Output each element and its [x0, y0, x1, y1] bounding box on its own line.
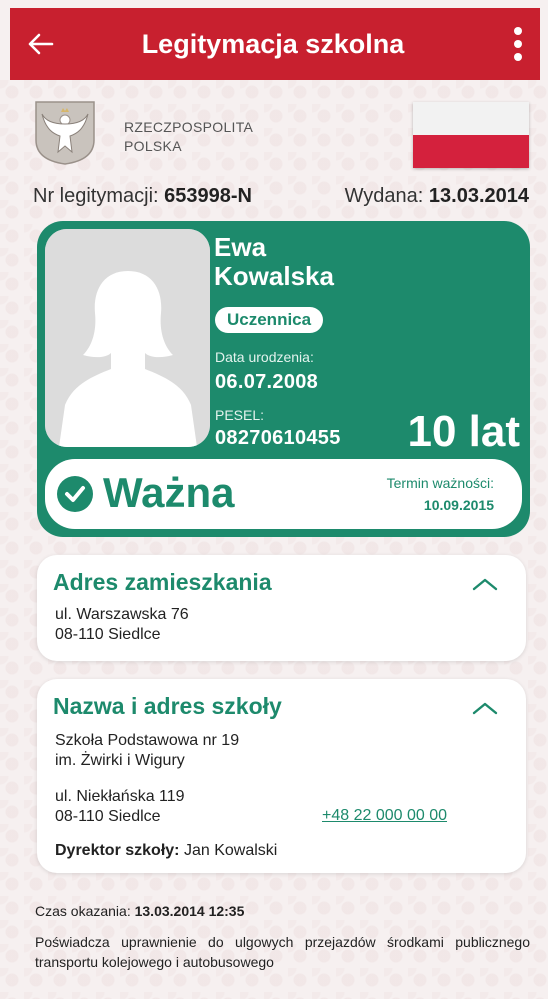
- presentation-time: Czas okazania: 13.03.2014 12:35: [35, 903, 244, 919]
- validity-status-bar: Ważna Termin ważności: 10.09.2015: [45, 459, 522, 529]
- student-name: Ewa Kowalska: [214, 233, 334, 291]
- school-name-line2: im. Żwirki i Wigury: [55, 752, 185, 769]
- school-street: ul. Niekłańska 119: [55, 788, 185, 805]
- country-name-line1: RZECZPOSPOLITA: [124, 119, 254, 135]
- expiry-date: 10.09.2015: [423, 497, 494, 513]
- address-line1: ul. Warszawska 76: [55, 606, 189, 623]
- more-vertical-icon: [514, 27, 522, 35]
- address-line2: 08-110 Siedlce: [55, 626, 161, 643]
- arrow-left-icon: [28, 33, 54, 55]
- chevron-up-icon: [472, 578, 498, 591]
- director-name: Jan Kowalski: [183, 842, 278, 859]
- address-title: Adres zamieszkania: [53, 569, 272, 595]
- presentation-time-value: 13.03.2014 12:35: [134, 903, 245, 919]
- collapse-school-button[interactable]: [472, 701, 498, 720]
- chevron-up-icon: [472, 702, 498, 715]
- issue-date-value: 13.03.2014: [428, 185, 529, 207]
- country-name-line2: POLSKA: [124, 138, 182, 154]
- school-title: Nazwa i adres szkoły: [53, 693, 282, 719]
- student-photo: [45, 229, 210, 447]
- person-silhouette-icon: [45, 229, 210, 447]
- dob-value: 06.07.2008: [215, 371, 319, 393]
- issue-date-label: Wydana:: [344, 185, 424, 207]
- pesel-label: PESEL:: [215, 407, 265, 423]
- first-name: Ewa: [214, 232, 267, 262]
- presentation-time-label: Czas okazania:: [35, 903, 131, 919]
- student-id-card: Ewa Kowalska Uczennica Data urodzenia: 0…: [37, 221, 530, 537]
- white-eagle-emblem-icon: [35, 101, 95, 165]
- validity-status: Ważna: [103, 469, 235, 516]
- document-number: 653998-N: [164, 185, 252, 207]
- app-bar: Legitymacja szkolna: [10, 8, 540, 80]
- age-badge: 10 lat: [407, 407, 520, 456]
- dob-label: Data urodzenia:: [215, 349, 314, 365]
- country-name: RZECZPOSPOLITA POLSKA: [124, 118, 253, 156]
- more-menu-button[interactable]: [496, 8, 540, 80]
- school-name-line1: Szkoła Podstawowa nr 19: [55, 732, 240, 749]
- director-line: Dyrektor szkoły: Jan Kowalski: [55, 841, 277, 861]
- school-panel: Nazwa i adres szkoły Szkoła Podstawowa n…: [37, 679, 526, 873]
- school-city: 08-110 Siedlce: [55, 808, 161, 825]
- polish-flag-icon: [413, 102, 529, 168]
- issue-date: Wydana: 13.03.2014: [345, 185, 529, 208]
- entitlement-note: Poświadcza uprawnienie do ulgowych przej…: [35, 934, 530, 970]
- last-name: Kowalska: [214, 261, 334, 291]
- back-button[interactable]: [10, 8, 70, 80]
- pesel-value: 08270610455: [215, 427, 341, 449]
- collapse-address-button[interactable]: [472, 577, 498, 596]
- document-info-row: Nr legitymacji: 653998-N Wydana: 13.03.2…: [33, 185, 533, 208]
- page-title: Legitymacja szkolna: [141, 28, 405, 59]
- address-panel: Adres zamieszkania ul. Warszawska 76 08-…: [37, 555, 526, 661]
- expiry-label: Termin ważności:: [386, 475, 494, 491]
- document-number-label: Nr legitymacji:: [33, 185, 159, 207]
- role-badge: Uczennica: [215, 307, 324, 333]
- check-circle-icon: [57, 476, 93, 512]
- director-label: Dyrektor szkoły:: [55, 842, 180, 859]
- school-phone-link[interactable]: +48 22 000 00 00: [322, 807, 447, 825]
